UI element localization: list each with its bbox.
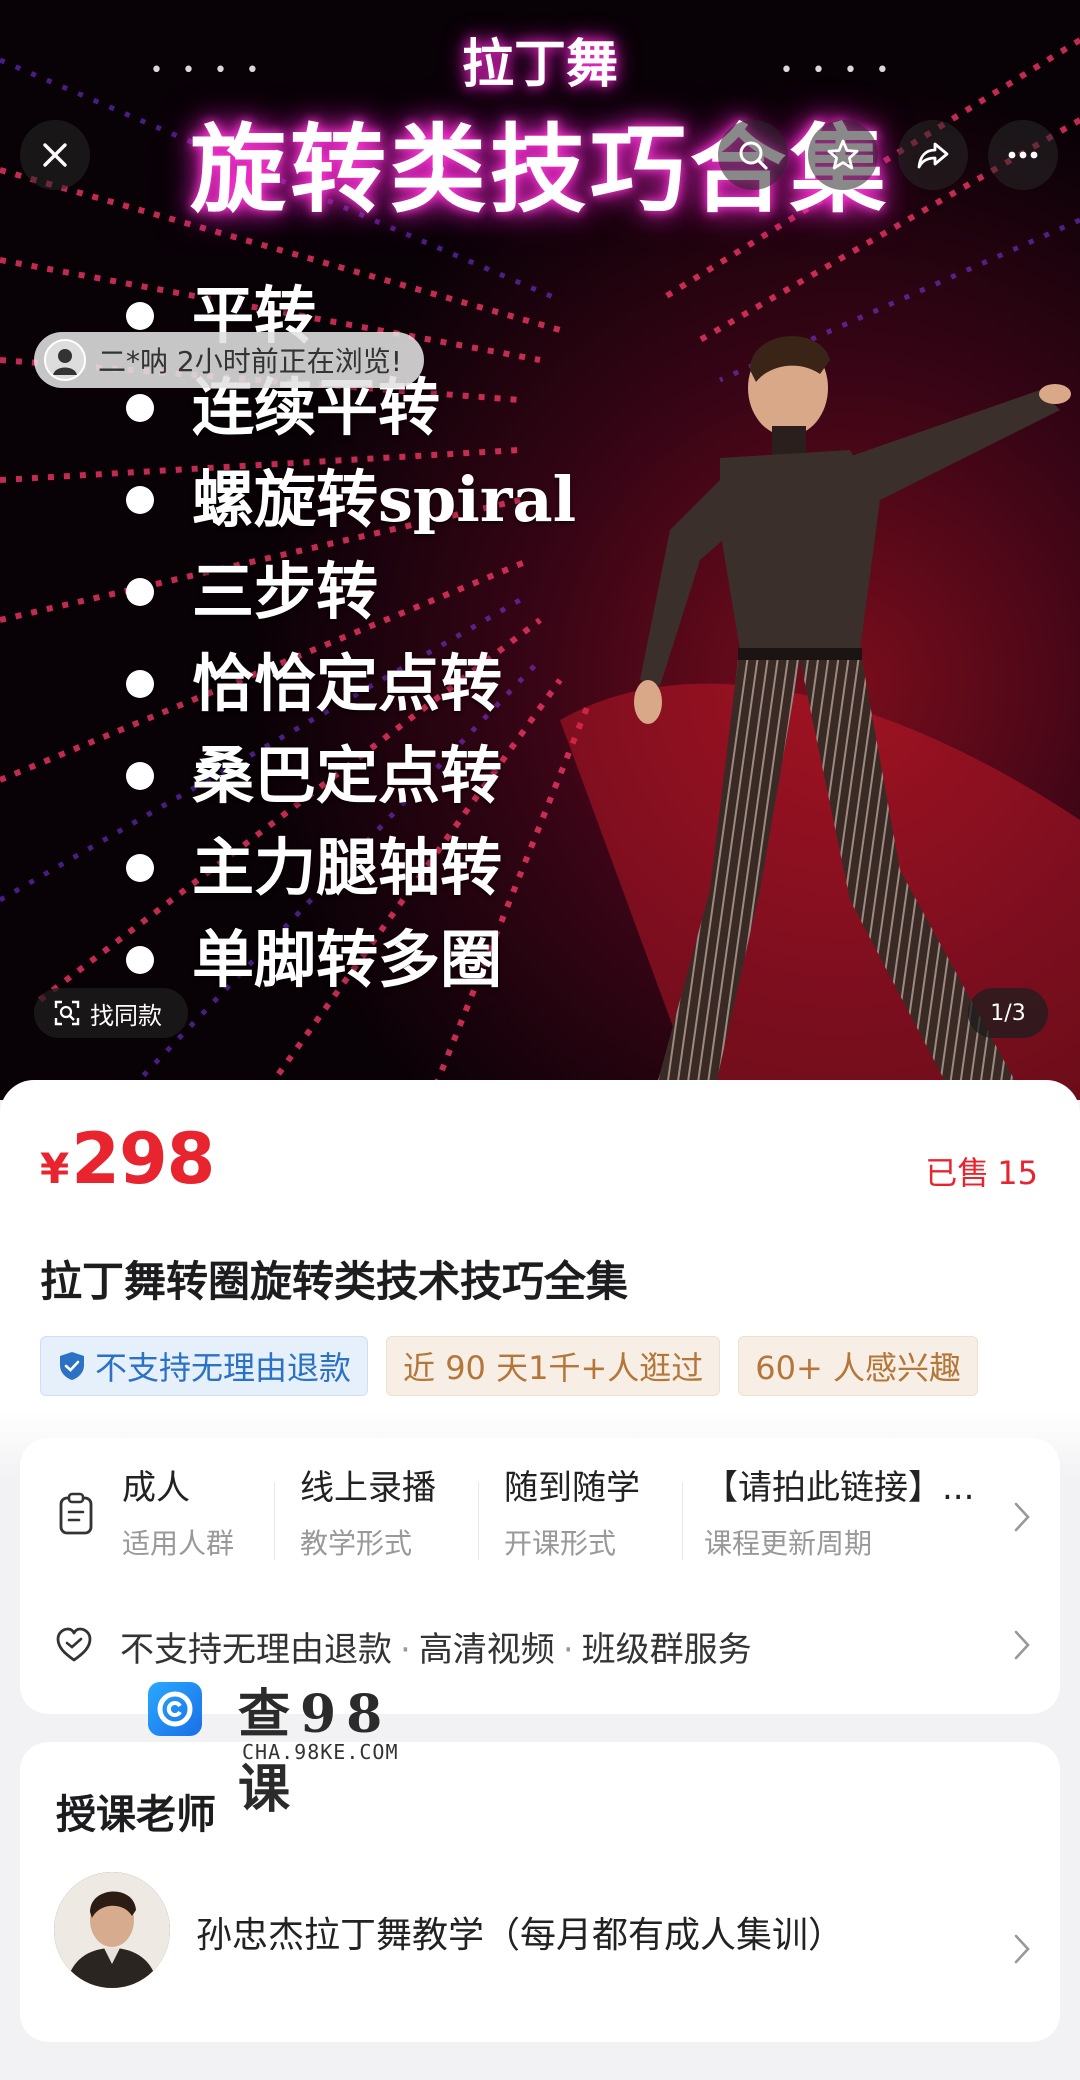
teacher-card: 授课老师 孙忠杰拉丁舞教学（每月都有成人集训）	[20, 1742, 1060, 2042]
bullet-dot	[126, 578, 154, 606]
attribute-value: 线上录播	[300, 1468, 436, 1508]
divider	[478, 1482, 479, 1560]
visits-tag: 近 90 天1千+人逛过	[386, 1336, 721, 1396]
product-image-carousel[interactable]: • • • • • • • • 拉丁舞 旋转类技巧合集 平转 连续平转 螺旋转s…	[0, 0, 1080, 1100]
teacher-name[interactable]: 孙忠杰拉丁舞教学（每月都有成人集训）	[196, 1906, 844, 1958]
close-button[interactable]	[20, 120, 90, 190]
attribute-class-format: 随到随学 开课形式	[504, 1460, 640, 1580]
shield-icon	[60, 1352, 84, 1380]
more-button[interactable]	[988, 120, 1058, 190]
teacher-section-title: 授课老师	[56, 1792, 216, 1838]
sold-number: 15	[997, 1154, 1038, 1192]
poster-item: 恰恰定点转	[120, 638, 576, 730]
service-item: 班级群服务	[581, 1630, 752, 1670]
attribute-update-cycle: 【请拍此链接】... 课程更新周期	[704, 1460, 974, 1580]
poster-item: 桑巴定点转	[120, 730, 576, 822]
dancer-figure	[634, 336, 1071, 1100]
bullet-dot	[126, 486, 154, 514]
tag-label: 60+ 人感兴趣	[755, 1349, 961, 1387]
search-icon	[739, 141, 768, 170]
star-icon	[827, 139, 859, 170]
course-attributes-row[interactable]: 成人 适用人群 线上录播 教学形式 随到随学 开课形式 【请拍此链接】... 课…	[20, 1460, 1060, 1580]
favorite-button[interactable]	[808, 120, 878, 190]
service-list: 不支持无理由退款 · 高清视频 · 班级群服务	[120, 1622, 752, 1671]
bullet-dot	[126, 670, 154, 698]
tag-label: 近 90 天1千+人逛过	[403, 1349, 704, 1387]
price: ¥ 298	[40, 1118, 215, 1200]
attribute-value: 成人	[122, 1468, 190, 1508]
interest-tag: 60+ 人感兴趣	[738, 1336, 978, 1396]
more-icon	[1008, 151, 1038, 159]
sold-label: 已售	[925, 1154, 990, 1192]
attribute-key: 教学形式	[300, 1527, 413, 1560]
poster-item: 螺旋转spiral	[120, 454, 576, 546]
price-value: 298	[71, 1118, 215, 1200]
watermark-logo	[148, 1682, 202, 1736]
image-page-indicator: 1/3	[968, 988, 1048, 1038]
attribute-teaching-format: 线上录播 教学形式	[300, 1460, 436, 1580]
watermark: 查98课 CHA.98KE.COM	[148, 1672, 448, 1820]
poster-item: 三步转	[120, 546, 576, 638]
attribute-key: 课程更新周期	[704, 1527, 873, 1560]
bullet-dot	[126, 946, 154, 974]
product-detail-sheet: ¥ 298 已售 15 拉丁舞转圈旋转类技术技巧全集 不支持无理由退款 近 90 …	[0, 1080, 1080, 2080]
no-refund-tag[interactable]: 不支持无理由退款	[40, 1336, 369, 1396]
divider	[682, 1482, 683, 1560]
chevron-right-icon	[1014, 1502, 1030, 1532]
service-item: 不支持无理由退款	[120, 1630, 392, 1670]
viewer-avatar	[44, 339, 86, 381]
separator: ·	[400, 1630, 411, 1670]
share-icon	[917, 142, 949, 169]
scan-icon	[54, 1000, 80, 1026]
attribute-key: 开课形式	[504, 1527, 617, 1560]
close-icon	[43, 143, 67, 167]
search-button[interactable]	[718, 120, 788, 190]
heart-shield-icon	[56, 1627, 92, 1662]
teacher-avatar[interactable]	[54, 1872, 170, 1988]
chevron-right-icon	[1014, 1934, 1030, 1964]
divider	[274, 1482, 275, 1560]
service-item: 高清视频	[418, 1630, 555, 1670]
poster-item: 单脚转多圈	[120, 914, 576, 1006]
bullet-dot	[126, 394, 154, 422]
tag-label: 不支持无理由退款	[95, 1349, 352, 1387]
sold-count: 已售 15	[925, 1148, 1038, 1194]
bullet-dot	[126, 762, 154, 790]
attribute-value: 随到随学	[504, 1468, 640, 1508]
find-similar-label: 找同款	[90, 1001, 162, 1030]
product-title: 拉丁舞转圈旋转类技术技巧全集	[40, 1257, 629, 1306]
attribute-key: 适用人群	[122, 1527, 235, 1560]
poster-top-title: 拉丁舞	[461, 34, 618, 95]
separator: ·	[562, 1630, 574, 1670]
share-button[interactable]	[898, 120, 968, 190]
product-tags: 不支持无理由退款 近 90 天1千+人逛过 60+ 人感兴趣	[40, 1336, 978, 1396]
poster-item: 主力腿轴转	[120, 822, 576, 914]
bullet-dot	[126, 854, 154, 882]
browsing-notification: 二*呐 2小时前正在浏览!	[34, 332, 424, 388]
attribute-value: 【请拍此链接】...	[704, 1468, 975, 1508]
attribute-audience: 成人 适用人群	[122, 1460, 234, 1580]
bullet-dot	[126, 302, 154, 330]
chevron-right-icon	[1014, 1630, 1030, 1660]
find-similar-button[interactable]: 找同款	[34, 988, 188, 1038]
watermark-url: CHA.98KE.COM	[242, 1740, 399, 1764]
currency-symbol: ¥	[40, 1144, 70, 1193]
clipboard-icon	[59, 1492, 93, 1535]
browsing-text: 二*呐 2小时前正在浏览!	[98, 345, 402, 378]
